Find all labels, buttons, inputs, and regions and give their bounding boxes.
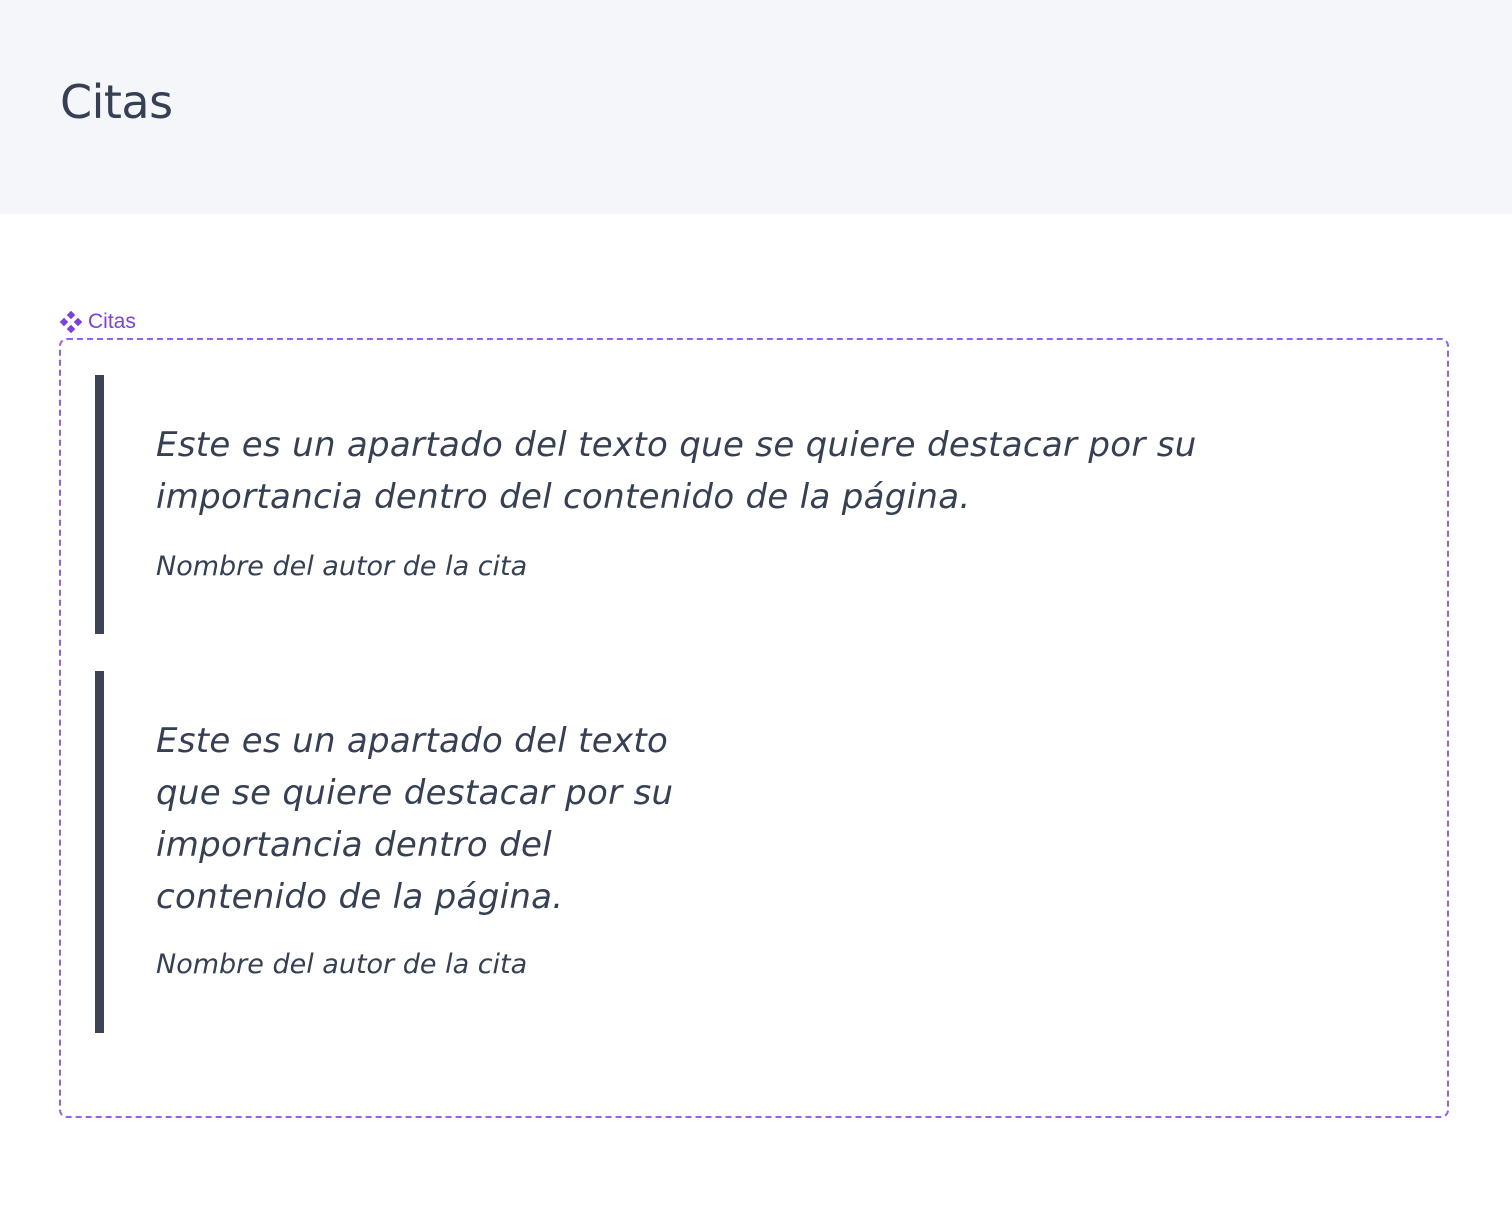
page-title: Citas	[60, 75, 173, 129]
blockquote-narrow: Este es un apartado del texto que se qui…	[95, 671, 695, 1033]
quote-author: Nombre del autor de la cita	[156, 551, 528, 582]
page-header: Citas	[0, 0, 1512, 214]
component-label-text: Citas	[88, 310, 136, 333]
quote-author: Nombre del autor de la cita	[156, 949, 528, 980]
quote-text: Este es un apartado del texto que se qui…	[156, 721, 674, 917]
component-diamond-icon	[60, 311, 82, 333]
component-label[interactable]: Citas	[60, 309, 136, 335]
quote-text: Este es un apartado del texto que se qui…	[156, 425, 1197, 517]
blockquote: Este es un apartado del texto que se qui…	[95, 375, 1395, 634]
